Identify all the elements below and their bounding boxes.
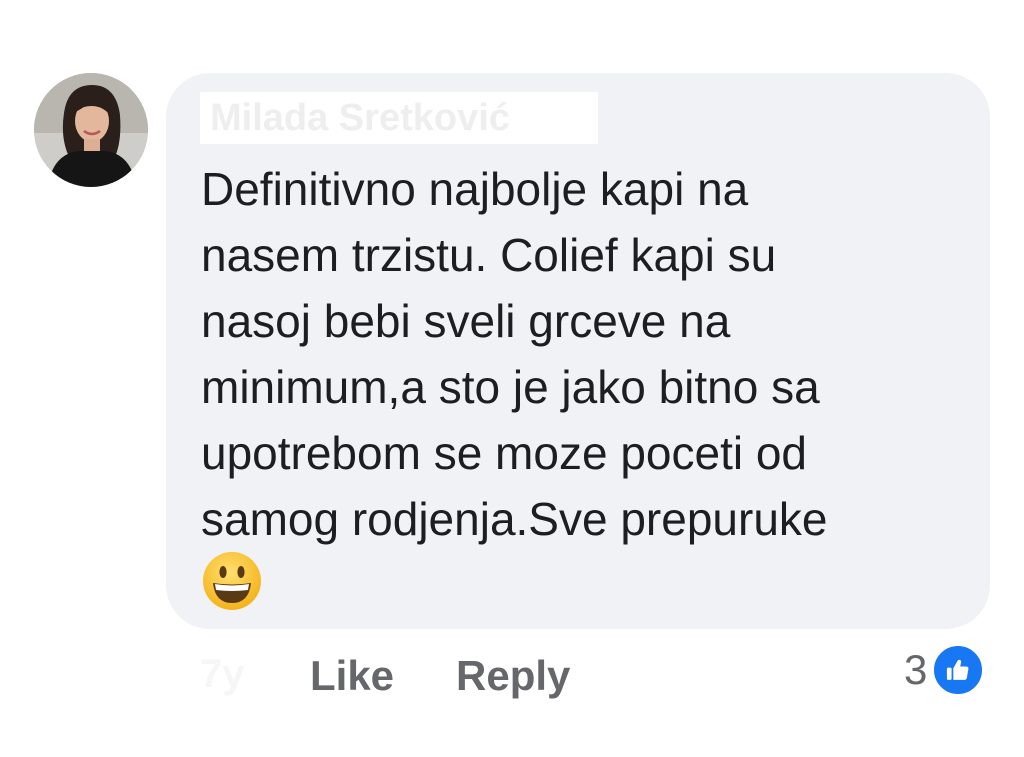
thumbs-up-icon xyxy=(931,643,986,697)
reactions-summary[interactable]: 3 xyxy=(904,642,986,698)
reaction-count: 3 xyxy=(904,646,928,693)
comment-author-name[interactable]: Milada Sretković xyxy=(200,92,598,144)
avatar-photo xyxy=(34,73,148,187)
comment-text: Definitivno najbolje kapi na nasem trzis… xyxy=(201,163,828,545)
grinning-face-emoji xyxy=(201,550,263,612)
comment-actions: 7y Like Reply xyxy=(200,640,800,710)
avatar[interactable] xyxy=(34,73,148,187)
reply-button[interactable]: Reply xyxy=(456,652,570,700)
like-button[interactable]: Like xyxy=(310,652,394,700)
comment-timestamp[interactable]: 7y xyxy=(200,652,245,697)
